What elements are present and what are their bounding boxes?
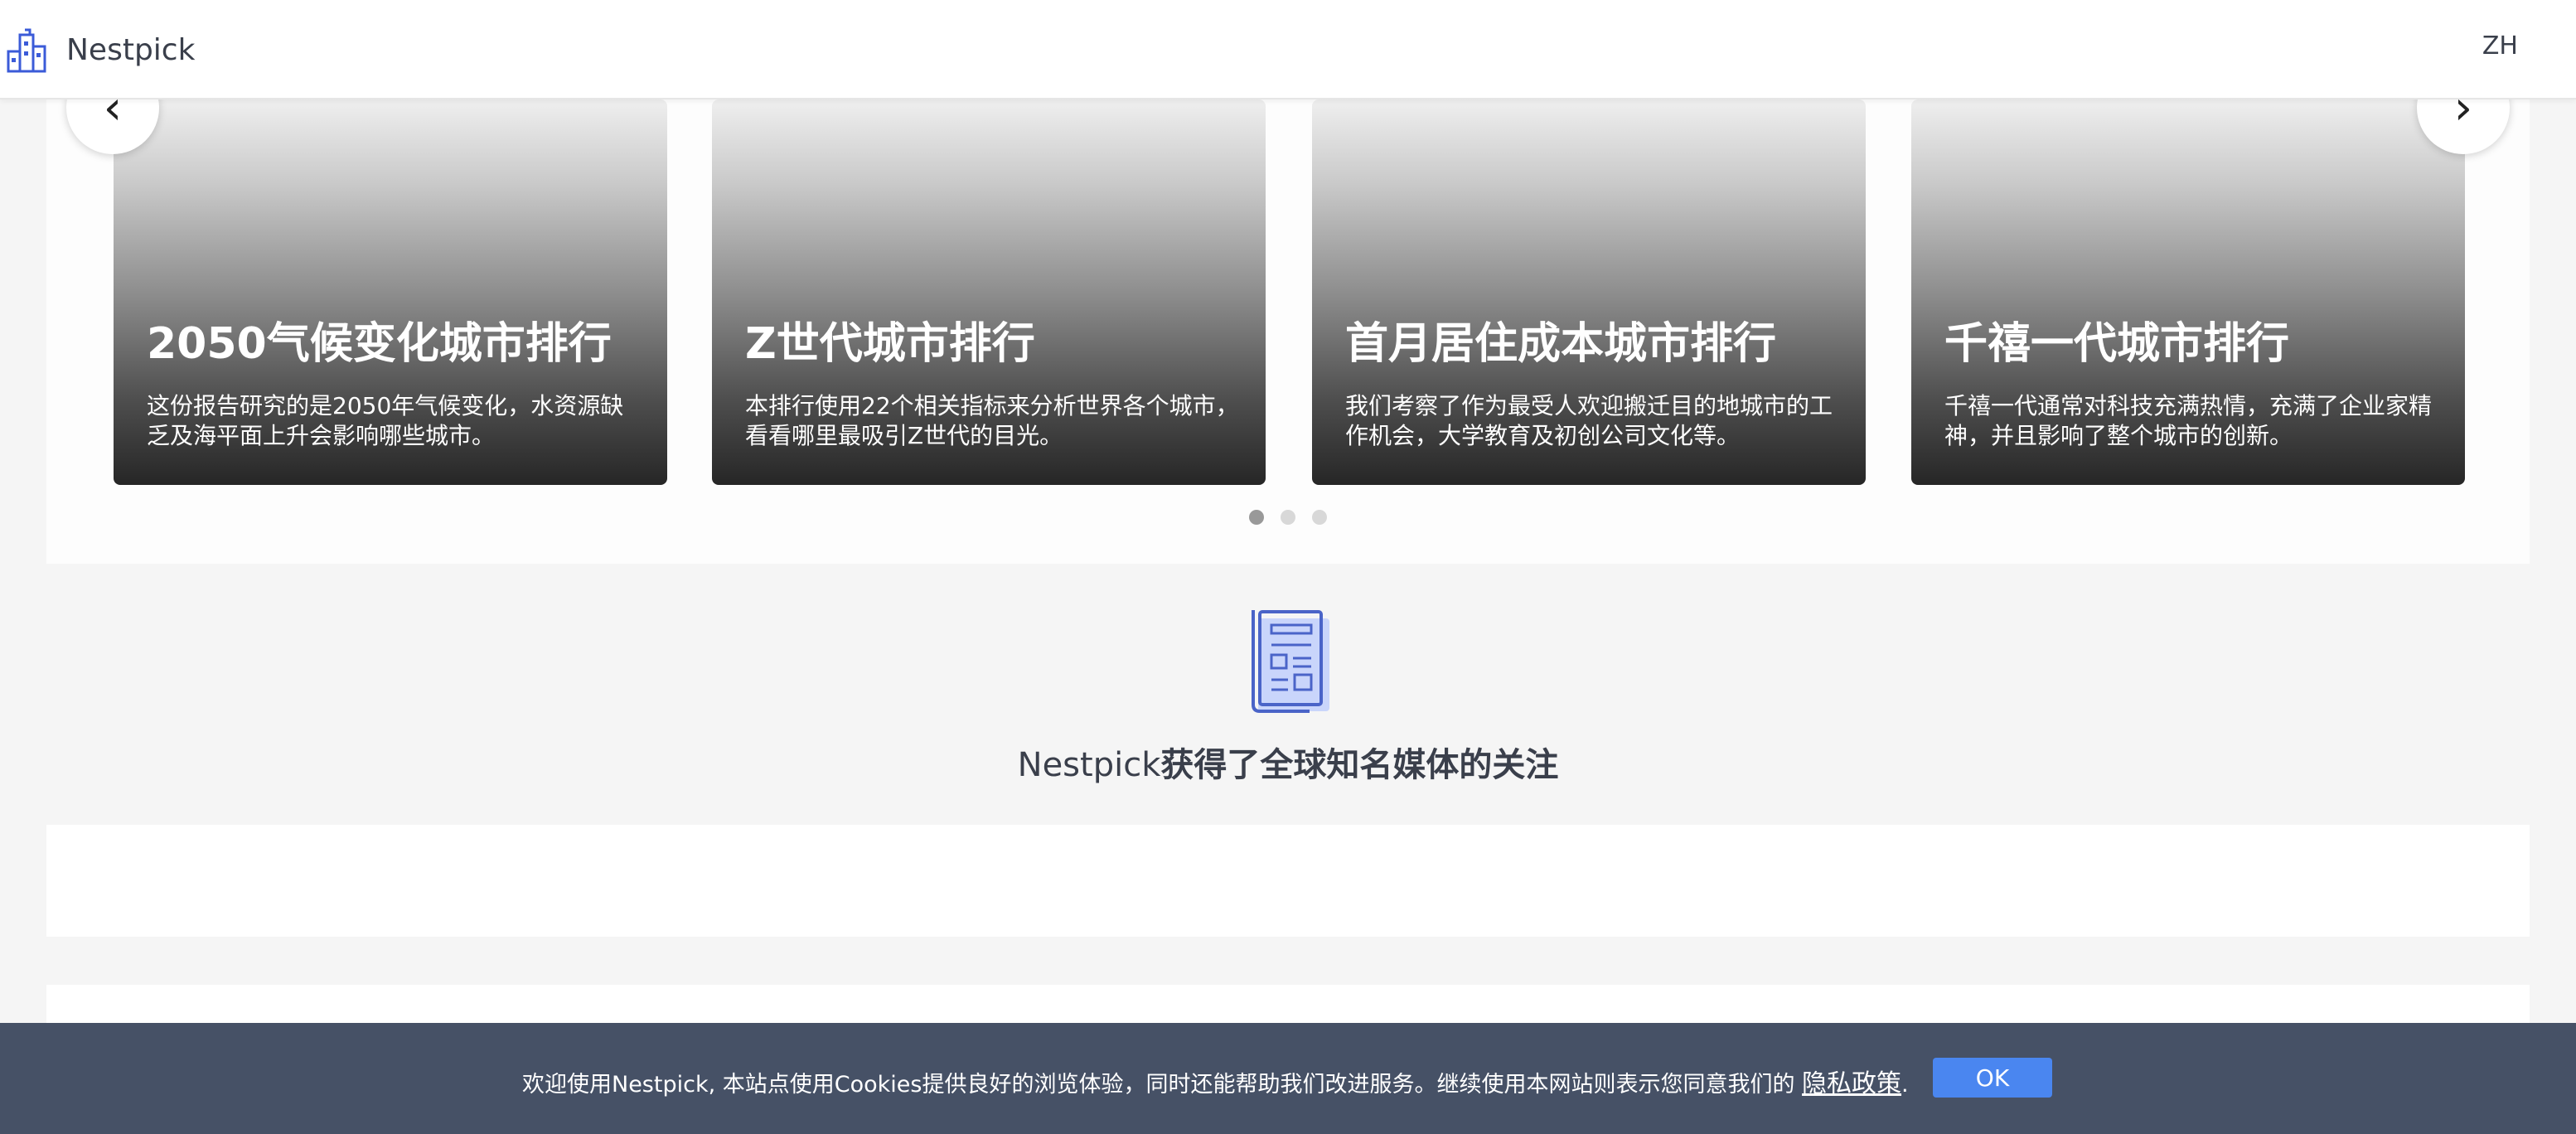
card-title: 首月居住成本城市排行 (1345, 319, 1777, 369)
card-description: 这份报告研究的是2050年气候变化，水资源缺乏及海平面上升会影响哪些城市。 (147, 392, 624, 449)
carousel-dot[interactable] (1312, 510, 1327, 525)
carousel-dot[interactable] (1249, 510, 1264, 525)
ranking-card[interactable]: 首月居住成本城市排行 我们考察了作为最受人欢迎搬迁目的地城市的工作机会，大学教育… (1312, 99, 1866, 485)
cookie-text: 欢迎使用Nestpick, 本站点使用Cookies提供良好的浏览体验，同时还能… (522, 1072, 1795, 1098)
card-title: 2050气候变化城市排行 (147, 319, 612, 369)
carousel-pagination (46, 510, 2530, 525)
cookie-suffix: . (1901, 1072, 1909, 1098)
media-heading-text: 获得了全球知名媒体的关注 (1160, 746, 1559, 784)
cookie-banner: 欢迎使用Nestpick, 本站点使用Cookies提供良好的浏览体验，同时还能… (0, 1023, 2576, 1134)
ranking-card[interactable]: 2050气候变化城市排行 这份报告研究的是2050年气候变化，水资源缺乏及海平面… (114, 99, 667, 485)
ranking-card[interactable]: Z世代城市排行 本排行使用22个相关指标来分析世界各个城市，看看哪里最吸引Z世代… (712, 99, 1266, 485)
media-heading-brand: Nestpick (1017, 746, 1161, 784)
newspaper-icon (1252, 610, 1329, 713)
site-header: Nestpick ZH (0, 0, 2576, 99)
building-logo-icon (7, 28, 46, 73)
carousel-dot[interactable] (1281, 510, 1295, 525)
media-logos-strip (46, 825, 2530, 937)
cookie-ok-button[interactable]: OK (1933, 1058, 2052, 1098)
rankings-carousel: 2050气候变化城市排行 这份报告研究的是2050年气候变化，水资源缺乏及海平面… (46, 50, 2530, 564)
language-switch[interactable]: ZH (2482, 32, 2518, 61)
logo[interactable]: Nestpick (7, 23, 195, 76)
card-description: 本排行使用22个相关指标来分析世界各个城市，看看哪里最吸引Z世代的目光。 (745, 392, 1239, 449)
ranking-card[interactable]: 千禧一代城市排行 千禧一代通常对科技充满热情，充满了企业家精神，并且影响了整个城… (1911, 99, 2465, 485)
card-title: 千禧一代城市排行 (1944, 319, 2290, 369)
card-description: 我们考察了作为最受人欢迎搬迁目的地城市的工作机会，大学教育及初创公司文化等。 (1345, 392, 1833, 449)
card-title: Z世代城市排行 (745, 319, 1035, 369)
privacy-policy-link[interactable]: 隐私政策 (1802, 1069, 1901, 1098)
card-description: 千禧一代通常对科技充满热情，充满了企业家精神，并且影响了整个城市的创新。 (1944, 392, 2433, 449)
logo-text: Nestpick (66, 32, 196, 67)
media-heading: Nestpick获得了全球知名媒体的关注 (0, 738, 2576, 786)
cookie-message: 欢迎使用Nestpick, 本站点使用Cookies提供良好的浏览体验，同时还能… (522, 1063, 1909, 1099)
